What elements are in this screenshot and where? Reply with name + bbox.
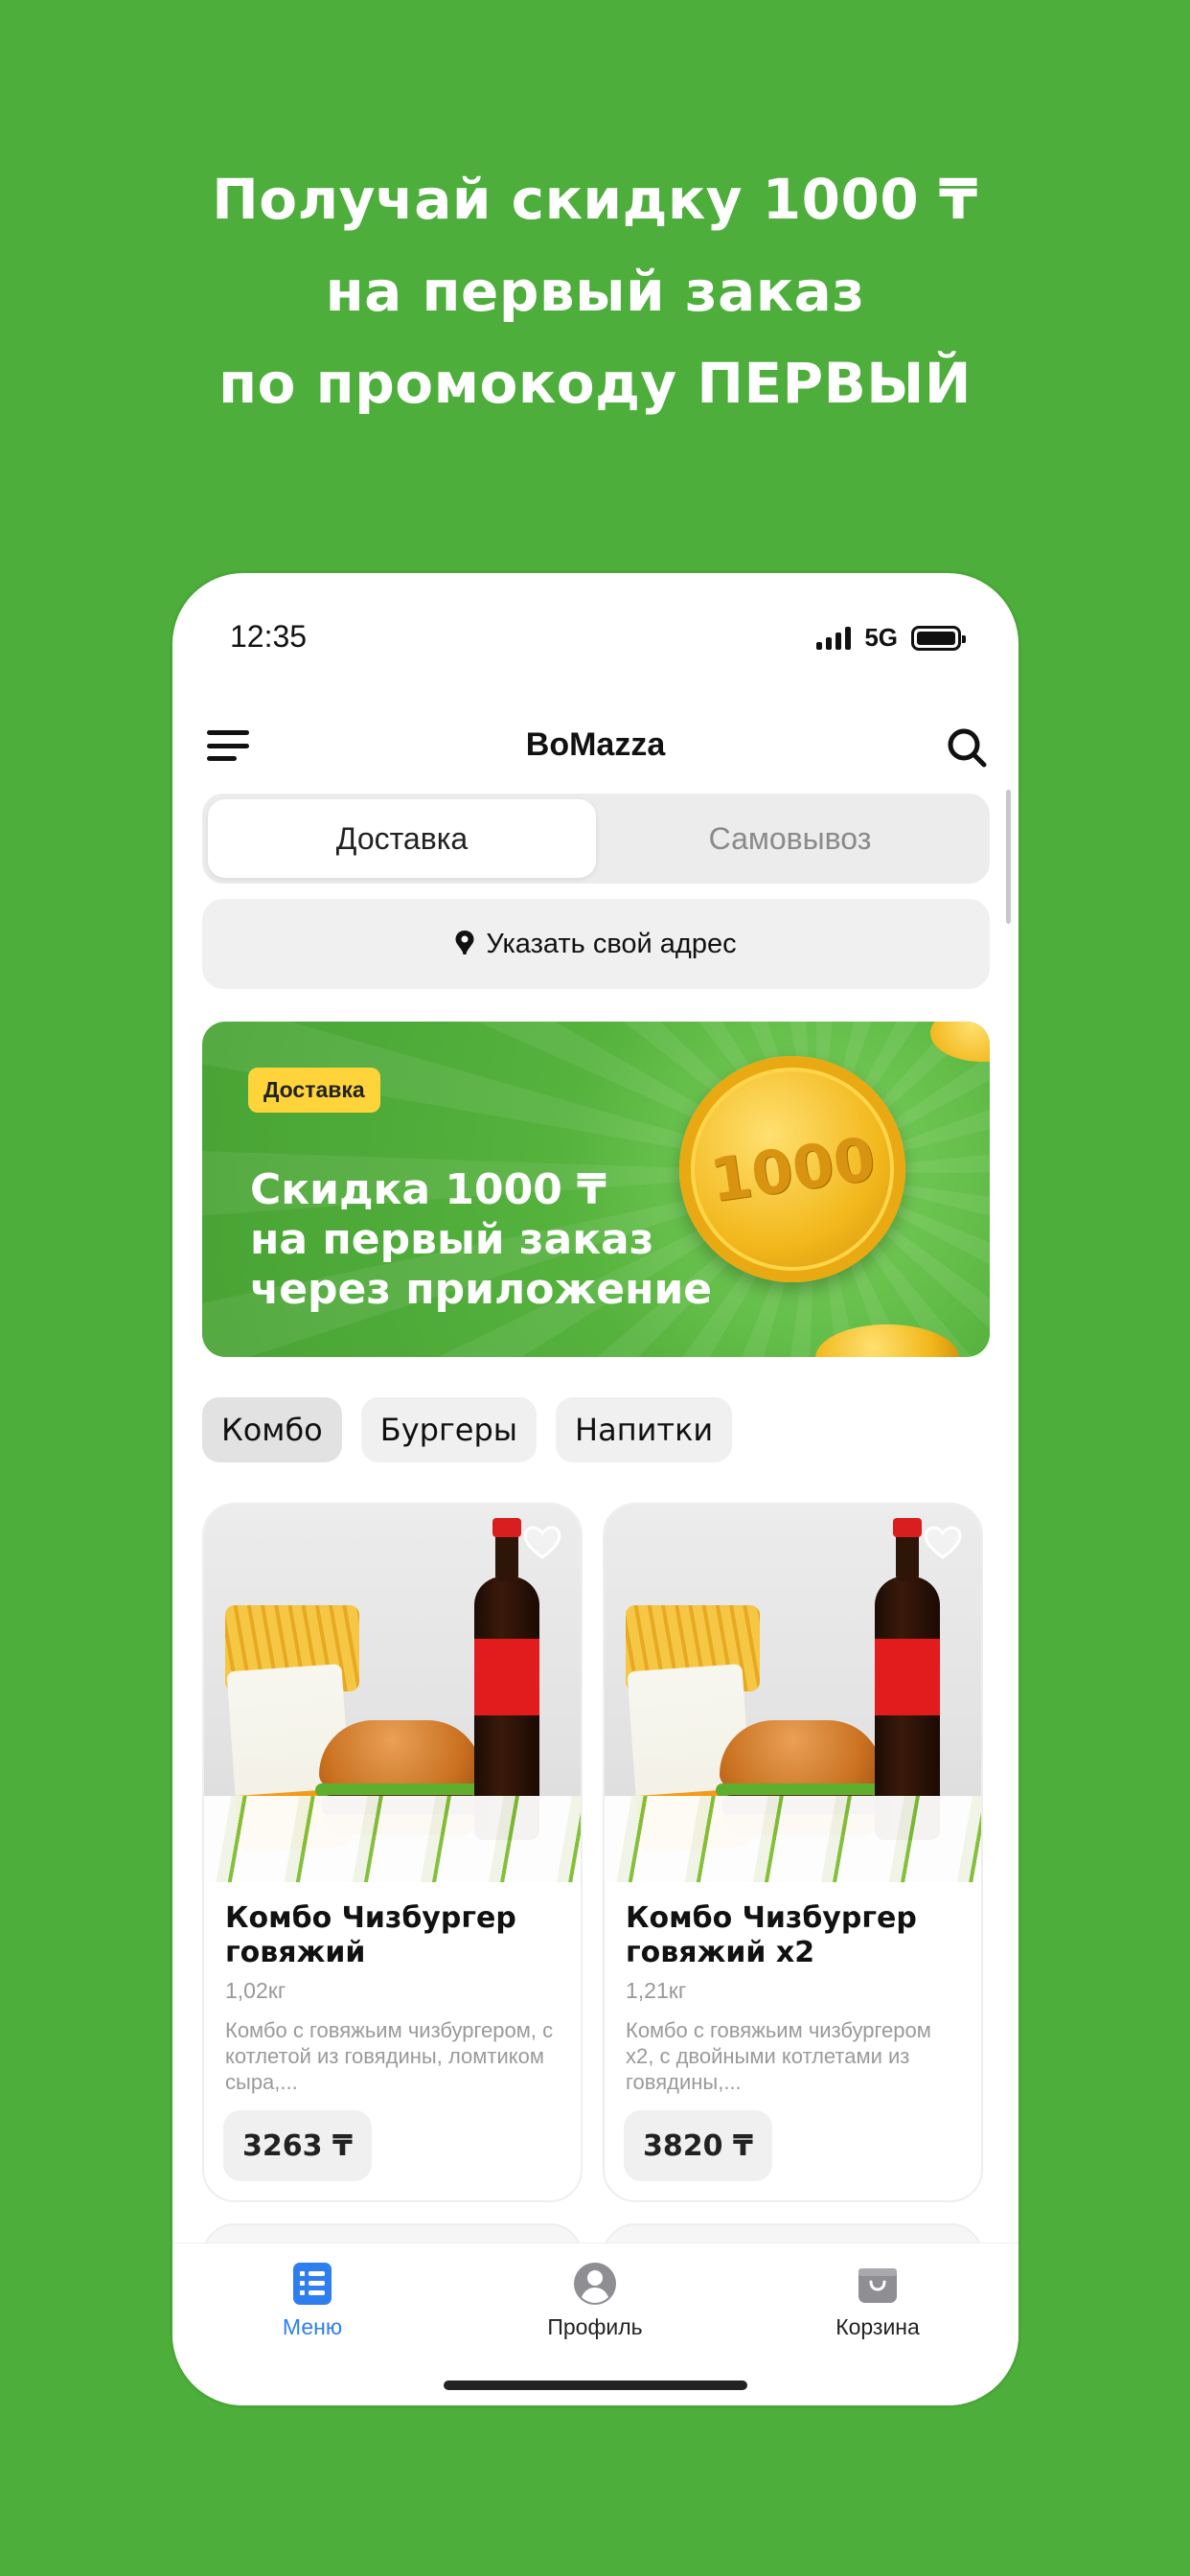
status-bar: 12:35 5G	[172, 611, 1018, 669]
search-icon[interactable]	[946, 726, 988, 769]
promo-line-3: по промокоду ПЕРВЫЙ	[218, 351, 972, 416]
tab-bar: Меню Профиль Корзина	[172, 2242, 1018, 2405]
app-bar: BoMazza	[172, 707, 1018, 784]
banner-text: Скидка 1000 ₸ на первый заказ через прил…	[250, 1165, 712, 1315]
address-button[interactable]: Указать свой адрес	[202, 899, 990, 989]
price-button[interactable]: 3820 ₸	[624, 2110, 772, 2181]
product-weight: 1,21кг	[626, 1978, 687, 2003]
chip-burgers[interactable]: Бургеры	[360, 1397, 538, 1462]
location-pin-icon	[455, 931, 474, 954]
coin-image: 1000	[679, 1056, 905, 1282]
tab-cart-label: Корзина	[835, 2314, 920, 2339]
tab-profile[interactable]: Профиль	[499, 2261, 691, 2340]
category-chips: Комбо Бургеры Напитки	[202, 1397, 733, 1462]
price-button[interactable]: 3263 ₸	[223, 2110, 372, 2181]
status-time: 12:35	[230, 619, 308, 654]
promo-line-2: на первый заказ	[325, 259, 865, 324]
status-indicators: 5G	[816, 623, 966, 653]
product-description: Комбо с говяжьим чизбургером x2, с двойн…	[626, 2018, 931, 2094]
cart-bag-icon	[858, 2268, 897, 2303]
address-label: Указать свой адрес	[486, 928, 737, 959]
heart-icon[interactable]	[924, 1526, 962, 1560]
tab-menu[interactable]: Меню	[217, 2261, 408, 2340]
hamburger-icon[interactable]	[207, 730, 249, 761]
home-indicator[interactable]	[444, 2380, 747, 2390]
battery-icon	[911, 625, 966, 651]
menu-list-icon	[293, 2263, 332, 2305]
product-title: Комбо Чизбургер говяжий	[225, 1901, 516, 1969]
product-title: Комбо Чизбургер говяжий x2	[626, 1901, 917, 1969]
banner-line-3: через приложение	[250, 1265, 713, 1314]
tab-pickup[interactable]: Самовывоз	[596, 799, 984, 878]
product-card[interactable]: Комбо Чизбургер говяжий x2 1,21кг Комбо …	[603, 1503, 983, 2202]
product-card[interactable]: Комбо Чизбургер говяжий 1,02кг Комбо с г…	[202, 1503, 583, 2202]
tab-menu-label: Меню	[282, 2314, 343, 2339]
heart-icon[interactable]	[523, 1526, 561, 1560]
network-type: 5G	[864, 623, 898, 652]
chip-combo[interactable]: Комбо	[202, 1397, 342, 1462]
product-image	[605, 1505, 981, 1882]
tab-profile-label: Профиль	[547, 2314, 643, 2339]
app-title: BoMazza	[525, 726, 666, 763]
delivery-mode-toggle: Доставка Самовывоз	[202, 794, 990, 884]
promo-banner[interactable]: Доставка Скидка 1000 ₸ на первый заказ ч…	[202, 1022, 990, 1357]
banner-badge: Доставка	[248, 1068, 380, 1113]
phone-frame: 12:35 5G BoMazza Доставка Самовывоз Указ…	[172, 573, 1018, 2405]
product-description: Комбо с говяжьим чизбургером, с котлетой…	[225, 2018, 554, 2094]
tab-delivery[interactable]: Доставка	[208, 799, 596, 878]
profile-icon	[574, 2263, 616, 2305]
promo-heading: Получай скидку 1000 ₸ на первый заказ по…	[0, 153, 1190, 429]
chip-drinks[interactable]: Напитки	[556, 1397, 733, 1462]
product-image	[204, 1505, 581, 1882]
product-weight: 1,02кг	[225, 1978, 286, 2003]
promo-line-1: Получай скидку 1000 ₸	[212, 167, 978, 232]
signal-icon	[816, 626, 852, 650]
banner-line-2: на первый заказ	[250, 1215, 654, 1264]
scrollbar[interactable]	[1006, 790, 1011, 924]
tab-cart[interactable]: Корзина	[782, 2261, 973, 2340]
coin-text: 1000	[705, 1122, 880, 1216]
banner-line-1: Скидка 1000 ₸	[250, 1165, 606, 1214]
